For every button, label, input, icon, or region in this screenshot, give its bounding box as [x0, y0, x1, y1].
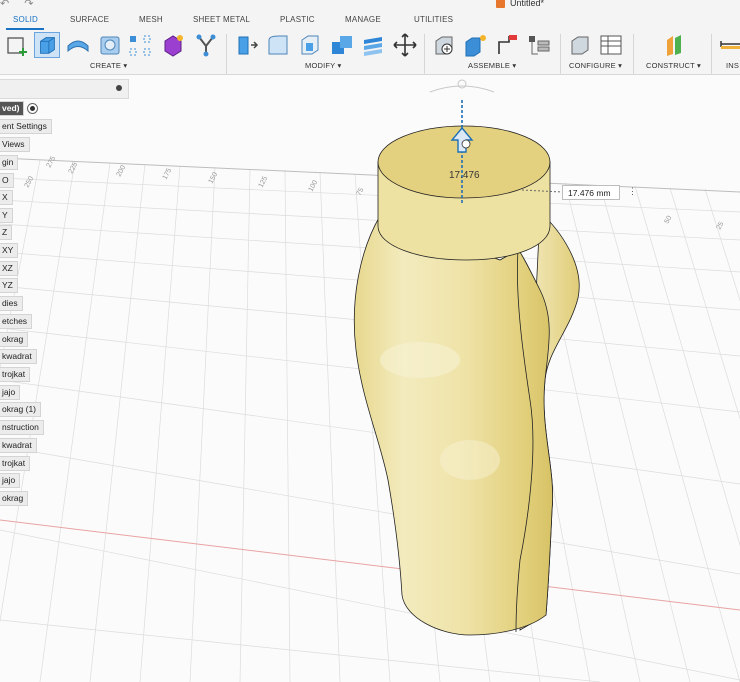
browser-header[interactable]: [0, 79, 129, 99]
create-form-icon[interactable]: [160, 32, 186, 58]
browser-item-construction-entry[interactable]: trojkat: [0, 456, 31, 471]
cursor-hand-icon: [461, 139, 471, 149]
revolve-icon[interactable]: [65, 32, 91, 58]
browser-item-sketch[interactable]: okrag (1): [0, 402, 42, 417]
browser-item-origin[interactable]: gin: [0, 155, 19, 170]
new-component-icon[interactable]: [432, 32, 458, 58]
toolbar-divider: [711, 34, 712, 74]
toolbar-divider: [226, 34, 227, 74]
modify-menu[interactable]: MODIFY ▾: [305, 61, 341, 70]
browser-pin-icon[interactable]: [116, 85, 122, 91]
configuration-table-icon[interactable]: [598, 32, 624, 58]
distance-options-icon[interactable]: ⋮: [628, 186, 637, 197]
shell-icon[interactable]: [297, 32, 323, 58]
title-bar: ↶ ↷ Untitled*: [0, 0, 740, 12]
browser-item-y-axis[interactable]: Y: [0, 208, 13, 223]
browser-item-construction-entry[interactable]: okrag: [0, 491, 29, 506]
browser-item-sketches[interactable]: etches: [0, 314, 33, 329]
browser-item-origin-point[interactable]: O: [0, 173, 14, 188]
joint-icon[interactable]: [463, 32, 489, 58]
active-component-radio[interactable]: [27, 103, 38, 114]
browser-item-yz-plane[interactable]: YZ: [0, 278, 18, 293]
new-sketch-icon[interactable]: [4, 32, 30, 58]
offset-face-icon[interactable]: [360, 32, 386, 58]
offset-plane-icon[interactable]: [662, 32, 688, 58]
tab-mesh[interactable]: MESH: [139, 15, 163, 24]
pattern-icon[interactable]: [127, 32, 153, 58]
browser-item-xz-plane[interactable]: XZ: [0, 261, 18, 276]
undo-redo-icons[interactable]: ↶ ↷: [0, 0, 40, 10]
toolbar: SOLID SURFACE MESH SHEET METAL PLASTIC M…: [0, 12, 740, 75]
press-pull-icon[interactable]: [234, 32, 260, 58]
inspect-menu[interactable]: INS: [726, 61, 739, 70]
browser-item-sketch[interactable]: okrag: [0, 332, 29, 347]
configure-part-icon[interactable]: [568, 32, 594, 58]
toolbar-divider: [633, 34, 634, 74]
browser-item-xy-plane[interactable]: XY: [0, 243, 19, 258]
move-icon[interactable]: [392, 32, 418, 58]
browser-item-sketch[interactable]: kwadrat: [0, 349, 37, 364]
derive-icon[interactable]: [193, 32, 219, 58]
tab-solid[interactable]: SOLID: [13, 15, 38, 24]
construct-menu[interactable]: CONSTRUCT ▾: [646, 61, 701, 70]
create-menu[interactable]: CREATE ▾: [90, 61, 127, 70]
browser-item-construction-entry[interactable]: kwadrat: [0, 438, 37, 453]
assemble-menu[interactable]: ASSEMBLE ▾: [468, 61, 516, 70]
browser-item-z-axis[interactable]: Z: [0, 225, 13, 240]
joint-origin-icon[interactable]: [526, 32, 552, 58]
document-title: Untitled*: [510, 0, 545, 8]
extrude-icon[interactable]: [34, 32, 60, 58]
tab-plastic[interactable]: PLASTIC: [280, 15, 315, 24]
tab-sheet-metal[interactable]: SHEET METAL: [193, 15, 250, 24]
active-tab-indicator: [6, 28, 44, 30]
browser-item-named-views[interactable]: Views: [0, 137, 30, 152]
dimension-label: 17.476: [449, 170, 480, 181]
tab-manage[interactable]: MANAGE: [345, 15, 381, 24]
browser-item-construction-entry[interactable]: jajo: [0, 473, 21, 488]
tab-surface[interactable]: SURFACE: [70, 15, 109, 24]
browser-item-x-axis[interactable]: X: [0, 190, 13, 205]
distance-input[interactable]: 17.476 mm: [562, 185, 620, 200]
browser-item-construction[interactable]: nstruction: [0, 420, 44, 435]
browser-item-sketch[interactable]: trojkat: [0, 367, 31, 382]
toolbar-divider: [560, 34, 561, 74]
measure-icon[interactable]: [718, 32, 740, 58]
browser-item-document-settings[interactable]: ent Settings: [0, 119, 52, 134]
toolbar-divider: [424, 34, 425, 74]
combine-icon[interactable]: [329, 32, 355, 58]
tab-utilities[interactable]: UTILITIES: [414, 15, 453, 24]
hole-icon[interactable]: [97, 32, 123, 58]
browser-item-sketch[interactable]: jajo: [0, 385, 21, 400]
browser-root-node[interactable]: ved): [0, 101, 25, 116]
browser-item-bodies[interactable]: dies: [0, 296, 23, 311]
as-built-joint-icon[interactable]: [495, 32, 521, 58]
3d-viewport[interactable]: 275 250 225 200 175 150 125 100 75 50 25: [0, 75, 740, 682]
fillet-icon[interactable]: [265, 32, 291, 58]
configure-menu[interactable]: CONFIGURE ▾: [569, 61, 622, 70]
document-icon: [496, 0, 505, 8]
